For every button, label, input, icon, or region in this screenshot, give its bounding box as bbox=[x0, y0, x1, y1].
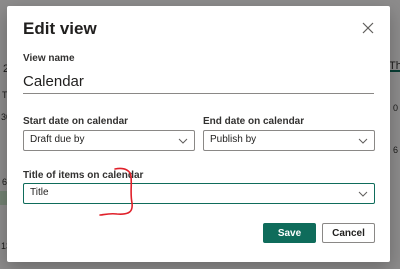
edit-view-dialog: Edit view View name Start date on calend… bbox=[7, 6, 390, 262]
title-items-label: Title of items on calendar bbox=[23, 170, 144, 181]
close-button[interactable] bbox=[360, 20, 376, 36]
start-date-selected-value: Draft due by bbox=[30, 134, 85, 145]
end-date-label: End date on calendar bbox=[203, 116, 305, 127]
title-items-dropdown[interactable]: Title bbox=[23, 183, 375, 204]
chevron-down-icon bbox=[358, 138, 368, 144]
end-date-dropdown[interactable]: Publish by bbox=[203, 130, 375, 151]
chevron-down-icon bbox=[178, 138, 188, 144]
title-items-selected-value: Title bbox=[30, 187, 49, 198]
start-date-label: Start date on calendar bbox=[23, 116, 129, 127]
chevron-down-icon bbox=[358, 191, 368, 197]
view-name-input[interactable] bbox=[23, 71, 374, 94]
close-icon bbox=[362, 22, 374, 34]
cancel-button[interactable]: Cancel bbox=[322, 223, 375, 243]
dialog-title: Edit view bbox=[23, 19, 97, 38]
view-name-label: View name bbox=[23, 53, 75, 64]
end-date-selected-value: Publish by bbox=[210, 134, 257, 145]
start-date-dropdown[interactable]: Draft due by bbox=[23, 130, 195, 151]
save-button[interactable]: Save bbox=[263, 223, 316, 243]
